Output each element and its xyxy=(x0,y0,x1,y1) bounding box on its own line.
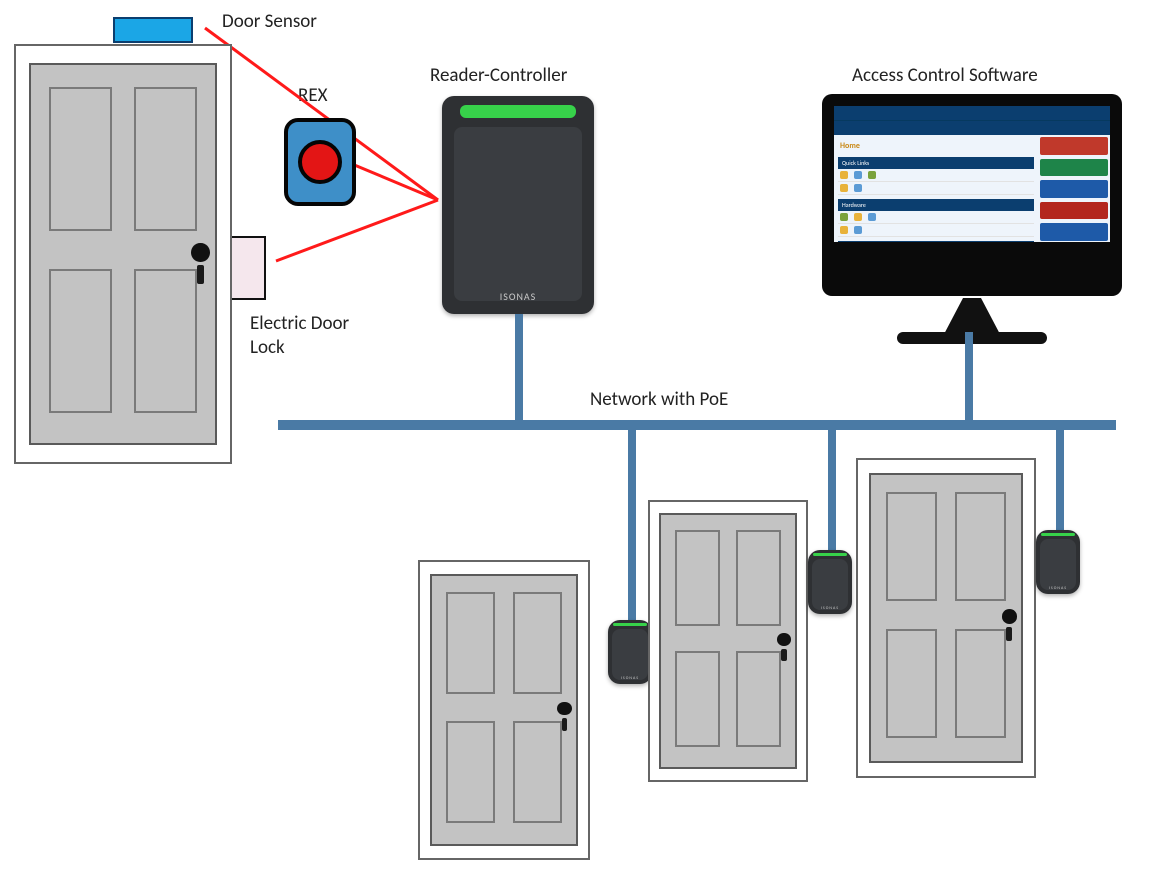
label-electric-lock: Electric Door Lock xyxy=(250,312,349,360)
reader-1: ISONAS xyxy=(608,620,652,684)
rex-button xyxy=(284,118,356,206)
door-sensor xyxy=(113,17,193,43)
software-section-0: Quick Links xyxy=(838,157,1034,169)
network-drop-1 xyxy=(628,430,636,620)
reader-2: ISONAS xyxy=(808,550,852,614)
door-3 xyxy=(856,458,1036,778)
reader-controller: ISONAS xyxy=(442,96,594,314)
software-section-2: Reports xyxy=(838,241,1034,242)
label-door-sensor: Door Sensor xyxy=(222,10,317,34)
reader-2-brand: ISONAS xyxy=(808,606,852,611)
reader-brand: ISONAS xyxy=(442,290,594,303)
access-control-software-ui: Home Quick Links Hardware Reports xyxy=(834,106,1110,242)
label-network: Network with PoE xyxy=(590,388,728,412)
door-1 xyxy=(418,560,590,860)
rex-push-icon xyxy=(298,140,342,184)
network-drop-monitor xyxy=(965,332,973,422)
label-reader-controller: Reader-Controller xyxy=(430,64,567,88)
label-access-software: Access Control Software xyxy=(852,64,1038,88)
door-2 xyxy=(648,500,808,782)
electric-door-lock xyxy=(228,236,266,300)
network-drop-reader xyxy=(515,314,523,422)
network-backbone xyxy=(278,420,1116,430)
label-rex: REX xyxy=(298,84,327,108)
access-control-monitor: Home Quick Links Hardware Reports xyxy=(822,94,1122,338)
network-drop-3 xyxy=(1056,430,1064,530)
reader-1-brand: ISONAS xyxy=(608,676,652,681)
software-title: Home xyxy=(838,139,1034,153)
reader-3: ISONAS xyxy=(1036,530,1080,594)
reader-3-brand: ISONAS xyxy=(1036,586,1080,591)
network-drop-2 xyxy=(828,430,836,550)
software-section-1: Hardware xyxy=(838,199,1034,211)
software-side-cards xyxy=(1038,135,1110,242)
door-main xyxy=(14,44,232,464)
